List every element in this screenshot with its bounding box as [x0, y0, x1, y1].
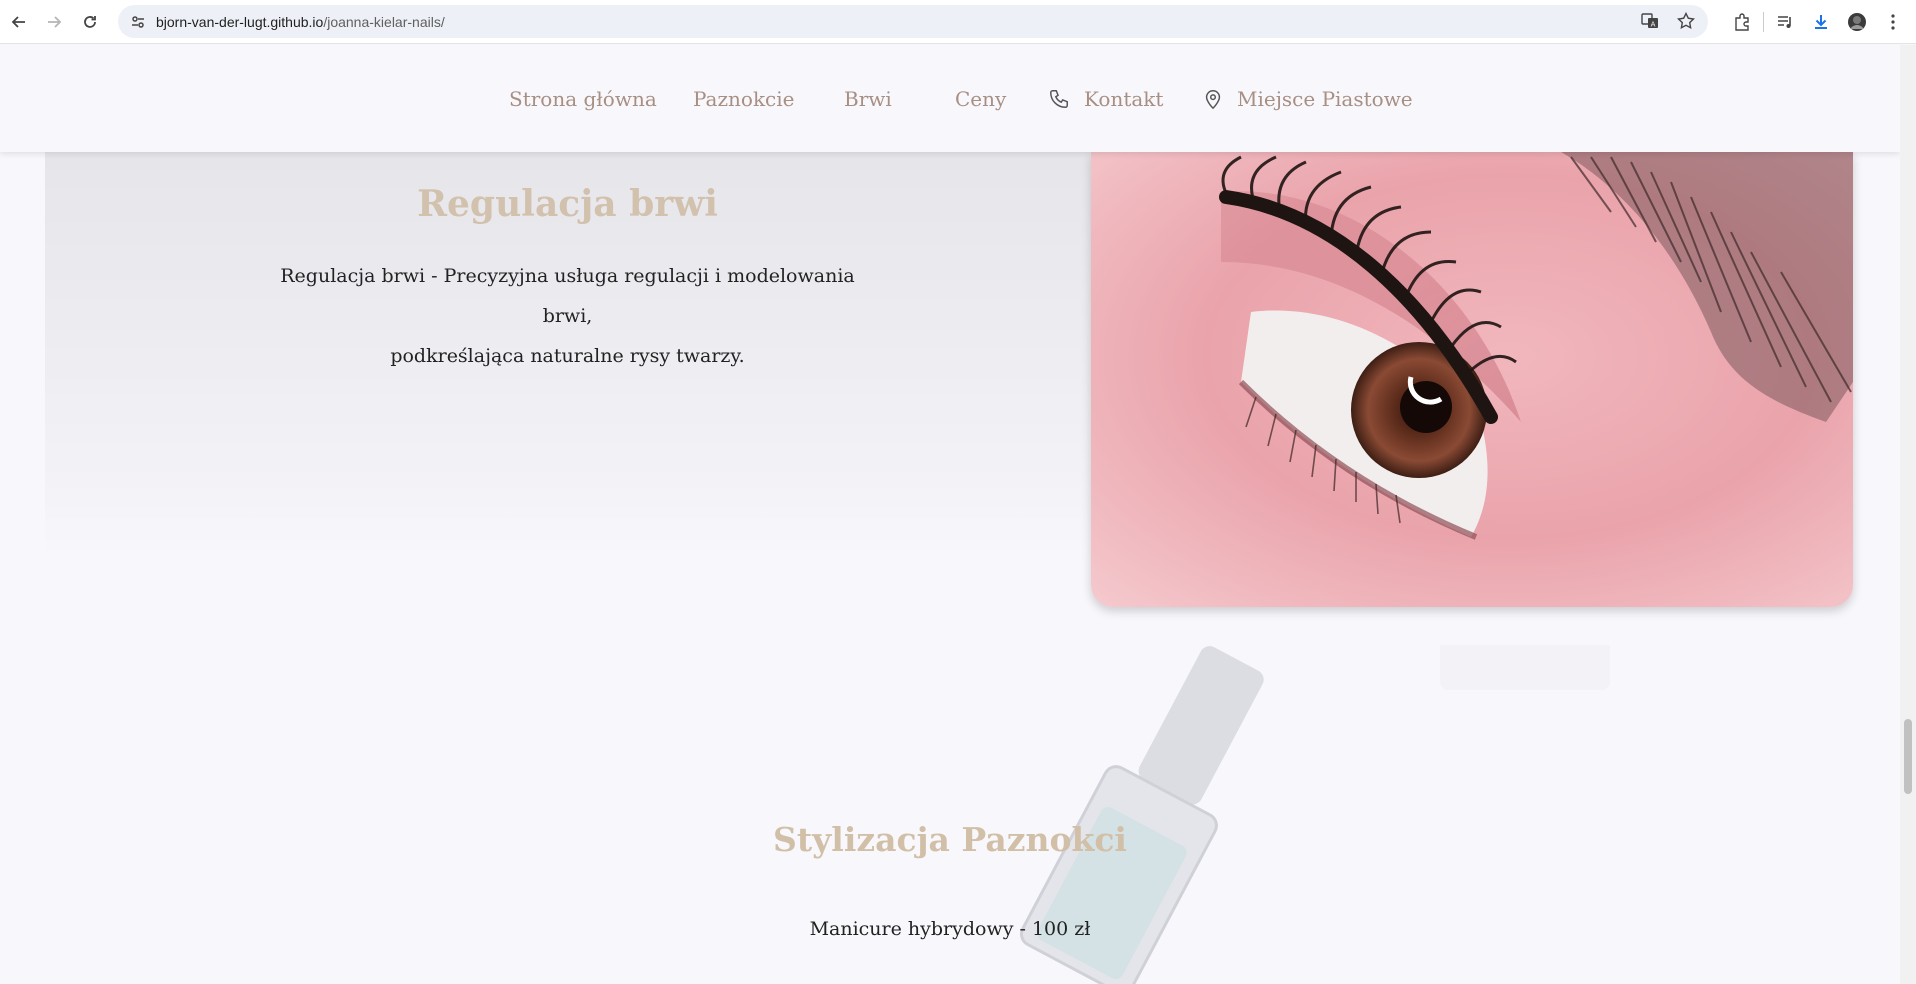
site-navigation: Strona główna Paznokcie Brwi Ceny Kontak… — [0, 45, 1900, 152]
url-host: bjorn-van-der-lugt.github.io — [156, 13, 324, 30]
nav-link-brows[interactable]: Brwi — [844, 87, 892, 111]
reload-button[interactable] — [75, 7, 105, 37]
back-arrow-icon — [11, 16, 25, 28]
nav-location-label: Miejsce Piastowe — [1237, 87, 1413, 111]
eye-lash-photo — [1091, 152, 1853, 607]
brow-section-title: Regulacja brwi — [417, 183, 718, 225]
toolbar-separator — [1763, 12, 1764, 32]
menu-kebab-icon[interactable] — [1878, 7, 1908, 37]
nav-link-nails[interactable]: Paznokcie — [693, 87, 795, 111]
browser-toolbar: bjorn-van-der-lugt.github.io/joanna-kiel… — [0, 0, 1916, 44]
download-icon[interactable] — [1806, 7, 1836, 37]
nav-contact-label: Kontakt — [1084, 87, 1164, 111]
phone-icon — [1050, 90, 1068, 108]
address-bar[interactable]: bjorn-van-der-lugt.github.io/joanna-kiel… — [118, 5, 1708, 38]
profile-avatar[interactable] — [1842, 7, 1872, 37]
nav-link-home[interactable]: Strona główna — [509, 87, 657, 111]
translate-icon[interactable]: A — [1638, 9, 1662, 33]
site-info-icon[interactable] — [126, 10, 150, 34]
nails-price-item: Manicure hybrydowy - 100 zł — [809, 918, 1091, 940]
page-scrollbar[interactable] — [1900, 45, 1916, 984]
media-controls-icon[interactable] — [1770, 7, 1800, 37]
forward-arrow-icon — [48, 16, 62, 28]
location-pin-icon — [1205, 90, 1221, 110]
bookmark-star-icon[interactable] — [1674, 9, 1698, 33]
extensions-icon[interactable] — [1727, 7, 1757, 37]
forward-button[interactable] — [39, 7, 69, 37]
back-button[interactable] — [4, 7, 34, 37]
reload-icon — [84, 16, 96, 28]
url-text[interactable]: bjorn-van-der-lugt.github.io/joanna-kiel… — [156, 14, 445, 30]
scrollbar-thumb[interactable] — [1904, 719, 1912, 794]
url-path: /joanna-kielar-nails/ — [323, 13, 445, 30]
brow-description-line-2: podkreślająca naturalne rysy twarzy. — [390, 345, 745, 367]
nav-link-contact[interactable]: Kontakt — [1048, 87, 1163, 111]
nav-link-location[interactable]: Miejsce Piastowe — [1203, 87, 1413, 111]
brow-section-description: Regulacja brwi - Precyzyjna usługa regul… — [270, 256, 865, 376]
brow-description-line-1: Regulacja brwi - Precyzyjna usługa regul… — [280, 265, 855, 327]
nav-link-prices[interactable]: Ceny — [955, 87, 1006, 111]
web-page: Regulacja brwi Regulacja brwi - Precyzyj… — [0, 45, 1900, 984]
svg-text:A: A — [1651, 21, 1656, 29]
eye-photo-art — [1091, 152, 1853, 607]
nails-section-title: Stylizacja Paznokci — [773, 820, 1127, 859]
